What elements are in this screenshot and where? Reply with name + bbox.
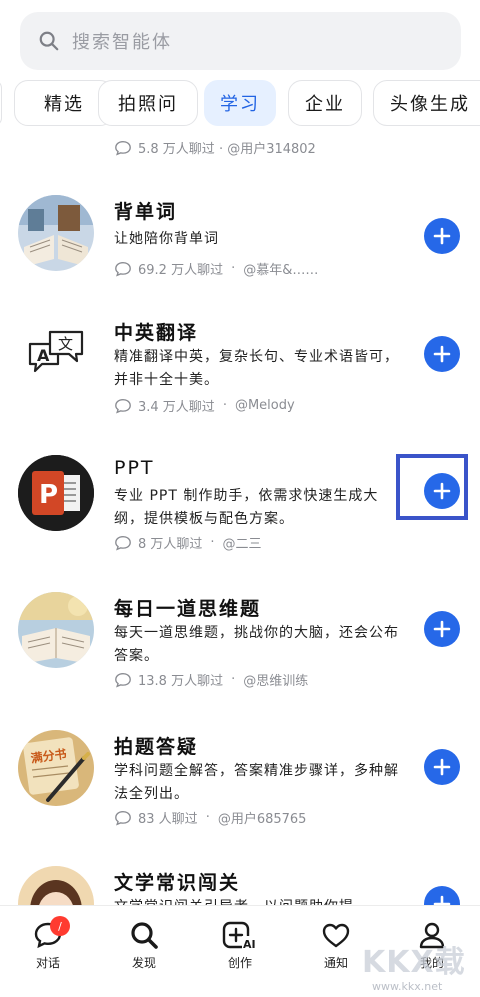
search-bar[interactable]: 搜索智能体	[20, 12, 461, 70]
clipped-item-stats: 5.8 万人聊过 · @用户314802	[114, 138, 316, 157]
add-agent-button[interactable]	[424, 611, 460, 647]
chat-bubble-icon	[115, 810, 131, 825]
svg-text:AI: AI	[243, 938, 256, 950]
nav-notifications[interactable]: 通知	[306, 920, 366, 971]
tab-avatar-generate[interactable]: 头像生成	[373, 80, 480, 126]
agent-stats: 83 人聊过 · @用户685765	[114, 808, 306, 827]
tab-photo-ask[interactable]: 拍照问	[98, 80, 198, 126]
plus-icon	[433, 758, 451, 776]
chat-bubble-icon	[115, 672, 131, 687]
agent-title: 文学常识闯关	[114, 872, 241, 894]
tab-study[interactable]: 学习	[204, 80, 276, 126]
search-placeholder: 搜索智能体	[72, 32, 172, 53]
agent-title: 中英翻译	[114, 322, 199, 344]
add-agent-button[interactable]	[424, 218, 460, 254]
agent-item-translation[interactable]: A 文 中英翻译 精准翻译中英，复杂长句、专业术语皆可，并非十全十美。 3.4 …	[0, 316, 480, 436]
open-book-avatar	[18, 195, 94, 271]
powerpoint-icon: P	[18, 455, 94, 531]
agent-item-vocabulary[interactable]: 背单词 让她陪你背单词 69.2 万人聊过 · @慕年&……	[0, 195, 480, 315]
watermark-logo: KKX载	[362, 945, 466, 980]
nav-chat[interactable]: / 对话	[18, 916, 78, 971]
agent-stats: 69.2 万人聊过 · @慕年&……	[114, 259, 318, 278]
nav-create[interactable]: AI 创作	[210, 920, 270, 971]
heart-icon	[322, 923, 350, 948]
tab-enterprise[interactable]: 企业	[288, 80, 362, 126]
notification-badge: /	[50, 916, 70, 936]
agent-title: 拍题答疑	[114, 736, 199, 758]
ai-create-icon: AI	[222, 921, 257, 950]
svg-text:A: A	[37, 346, 50, 365]
chat-bubble-icon	[115, 398, 131, 413]
agent-description: 每天一道思维题，挑战你的大脑，还会公布答案。	[114, 625, 399, 664]
agent-title: PPT	[114, 457, 155, 479]
notebook-avatar	[18, 592, 94, 668]
agent-title: 背单词	[114, 201, 178, 223]
search-icon	[131, 922, 158, 949]
girl-avatar	[18, 866, 94, 906]
plus-icon	[433, 227, 451, 245]
study-avatar: 满分书	[18, 730, 94, 806]
category-tabs: 精选 拍照问 学习 企业 头像生成	[0, 80, 480, 128]
agent-item-photo-qa[interactable]: 满分书 拍题答疑 学科问题全解答，答案精准步骤详，多种解法全列出。 83 人聊过…	[0, 730, 480, 850]
agent-item-daily-puzzle[interactable]: 每日一道思维题 每天一道思维题，挑战你的大脑，还会公布答案。 13.8 万人聊过…	[0, 592, 480, 712]
translate-icon: A 文	[18, 316, 94, 392]
search-icon	[39, 31, 59, 51]
svg-text:P: P	[39, 480, 58, 510]
plus-icon	[433, 345, 451, 363]
agent-item-literature[interactable]: 文学常识闯关 文学常识闯关引导者，以问题助你提	[0, 866, 480, 906]
add-agent-button[interactable]	[424, 886, 460, 906]
agent-stats: 8 万人聊过 · @二三	[114, 533, 262, 552]
add-agent-button[interactable]	[424, 749, 460, 785]
agent-stats: 3.4 万人聊过 · @Melody	[114, 396, 295, 415]
tab-partial[interactable]	[0, 80, 2, 126]
agent-description: 学科问题全解答，答案精准步骤详，多种解法全列出。	[114, 763, 399, 802]
agent-title: 每日一道思维题	[114, 598, 262, 620]
agent-description: 专业 PPT 制作助手，依需求快速生成大纲，提供模板与配色方案。	[114, 488, 379, 527]
chat-bubble-icon	[115, 261, 131, 276]
add-agent-button[interactable]	[424, 336, 460, 372]
watermark-url: www.kkx.net	[372, 980, 443, 993]
svg-text:文: 文	[58, 335, 73, 353]
agent-description: 让她陪你背单词	[114, 231, 219, 247]
nav-discover[interactable]: 发现	[114, 920, 174, 971]
highlight-box	[396, 454, 468, 520]
chat-bubble-icon	[115, 140, 131, 155]
plus-icon	[433, 620, 451, 638]
agent-stats: 13.8 万人聊过 · @思维训练	[114, 670, 308, 689]
agent-description: 精准翻译中英，复杂长句、专业术语皆可，并非十全十美。	[114, 349, 399, 388]
chat-bubble-icon	[115, 535, 131, 550]
